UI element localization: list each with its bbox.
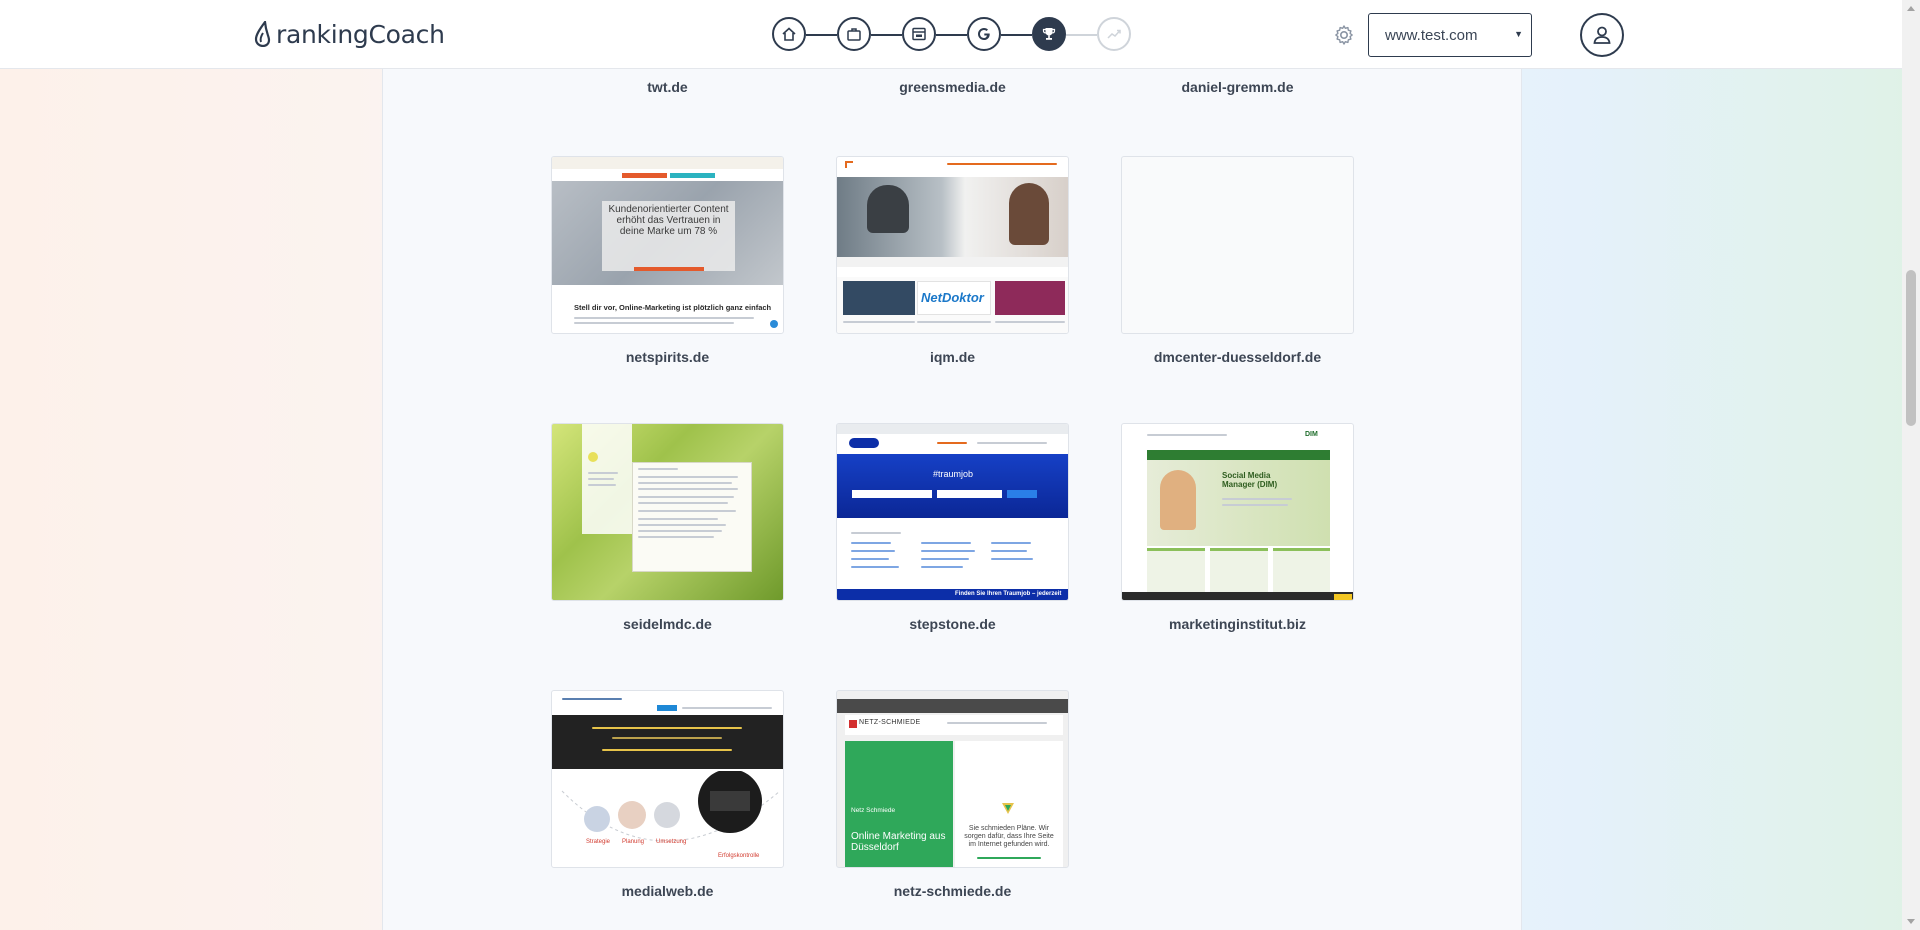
competitor-tile[interactable]: DIM Social Media Manager (DIM) marketing… — [1121, 423, 1354, 632]
website-screenshot[interactable]: Strategie Planung Umsetzung Erfolgskontr… — [551, 690, 784, 868]
competitor-tile[interactable]: NetDoktor iqm.de — [836, 156, 1069, 365]
website-screenshot[interactable]: Kundenorientierter Content erhöht das Ve… — [551, 156, 784, 334]
website-screenshot[interactable]: NetDoktor — [836, 156, 1069, 334]
top-header: rankingCoach www.test.com ▼ — [0, 0, 1902, 69]
screenshot-netz-tagline: Sie schmieden Pläne. Wir sorgen dafür, d… — [964, 825, 1054, 848]
competitor-tile[interactable]: NETZ-SCHMIEDE Netz Schmiede Online Marke… — [836, 690, 1069, 899]
competitor-domain: netz-schmiede.de — [893, 883, 1012, 899]
google-icon — [978, 28, 990, 40]
competitor-tile[interactable]: Kundenorientierter Content erhöht das Ve… — [551, 156, 784, 365]
competitor-domain: medialweb.de — [621, 883, 714, 899]
competitor-tile[interactable]: dmcenter-duesseldorf.de — [1121, 156, 1354, 365]
screenshot-netz-small: Netz Schmiede — [851, 807, 896, 814]
scrollbar-thumb[interactable] — [1906, 270, 1916, 426]
competitor-tile[interactable]: seidelmdc.de — [551, 423, 784, 632]
competitors-panel: twt.de greensmedia.de daniel-gremm.de Ku… — [382, 69, 1522, 930]
competitor-domain: iqm.de — [929, 349, 976, 365]
screenshot-headline: Kundenorientierter Content erhöht das Ve… — [608, 204, 729, 237]
screenshot-traumjob: #traumjob — [933, 469, 974, 479]
step-business[interactable] — [837, 17, 871, 51]
step-label: Erfolgskontrolle — [718, 853, 760, 859]
step-label: Strategie — [586, 839, 611, 845]
browser-icon — [912, 27, 926, 41]
settings-gear-icon[interactable] — [1333, 24, 1355, 46]
user-account-button[interactable] — [1580, 13, 1624, 57]
step-label: Umsetzung — [656, 839, 687, 845]
scroll-up-icon[interactable] — [1907, 6, 1915, 11]
competitor-domain: stepstone.de — [909, 616, 996, 632]
domain-select-value: www.test.com — [1385, 26, 1478, 44]
website-screenshot[interactable]: DIM Social Media Manager (DIM) — [1121, 423, 1354, 601]
home-icon — [782, 27, 796, 41]
step-home[interactable] — [772, 17, 806, 51]
screenshot-netz-brand: NETZ-SCHMIEDE — [859, 719, 921, 726]
screenshot-stepstone-footer: Finden Sie Ihren Traumjob – jederzeit — [955, 591, 1062, 597]
netz-logo-icon — [1002, 803, 1014, 814]
logo-drop-icon — [254, 21, 271, 47]
screenshot-netz-hero: Online Marketing aus Düsseldorf — [851, 831, 946, 853]
domain-select[interactable]: www.test.com ▼ — [1368, 13, 1532, 57]
website-screenshot[interactable] — [551, 423, 784, 601]
competitor-domain: dmcenter-duesseldorf.de — [1153, 349, 1322, 365]
step-website[interactable] — [902, 17, 936, 51]
website-screenshot[interactable] — [1121, 156, 1354, 334]
competitor-tile[interactable]: Strategie Planung Umsetzung Erfolgskontr… — [551, 690, 784, 899]
trend-icon — [1107, 29, 1121, 39]
screenshot-subline: Stell dir vor, Online-Marketing ist plöt… — [574, 303, 772, 312]
brand-logo[interactable]: rankingCoach — [254, 16, 445, 52]
user-icon — [1593, 26, 1611, 44]
step-label: Planung — [622, 839, 645, 845]
screenshot-dim-logo: DIM — [1305, 431, 1318, 438]
step-google[interactable] — [967, 17, 1001, 51]
dropdown-caret-icon: ▼ — [1514, 29, 1523, 39]
competitor-domain: twt.de — [647, 79, 688, 95]
website-screenshot[interactable]: #traumjob Finden Sie Ihren Traumjob – je… — [836, 423, 1069, 601]
website-screenshot[interactable]: NETZ-SCHMIEDE Netz Schmiede Online Marke… — [836, 690, 1069, 868]
competitor-domain: netspirits.de — [625, 349, 710, 365]
scroll-down-icon[interactable] — [1907, 919, 1915, 924]
competitor-tile[interactable]: #traumjob Finden Sie Ihren Traumjob – je… — [836, 423, 1069, 632]
screenshot-netdoktor: NetDoktor — [921, 290, 984, 305]
competitor-domain: marketinginstitut.biz — [1169, 616, 1306, 632]
competitor-domain: daniel-gremm.de — [1181, 79, 1294, 95]
competitor-domain: greensmedia.de — [899, 79, 1006, 95]
competitor-domain: seidelmdc.de — [623, 616, 712, 632]
trophy-icon — [1042, 28, 1056, 40]
screenshot-dim-hero: Social Media Manager (DIM) — [1222, 471, 1278, 489]
step-growth[interactable] — [1097, 17, 1131, 51]
page-scrollbar[interactable] — [1902, 0, 1920, 930]
step-competitors[interactable] — [1032, 17, 1066, 51]
brand-name: rankingCoach — [276, 19, 445, 49]
briefcase-icon — [847, 28, 861, 41]
